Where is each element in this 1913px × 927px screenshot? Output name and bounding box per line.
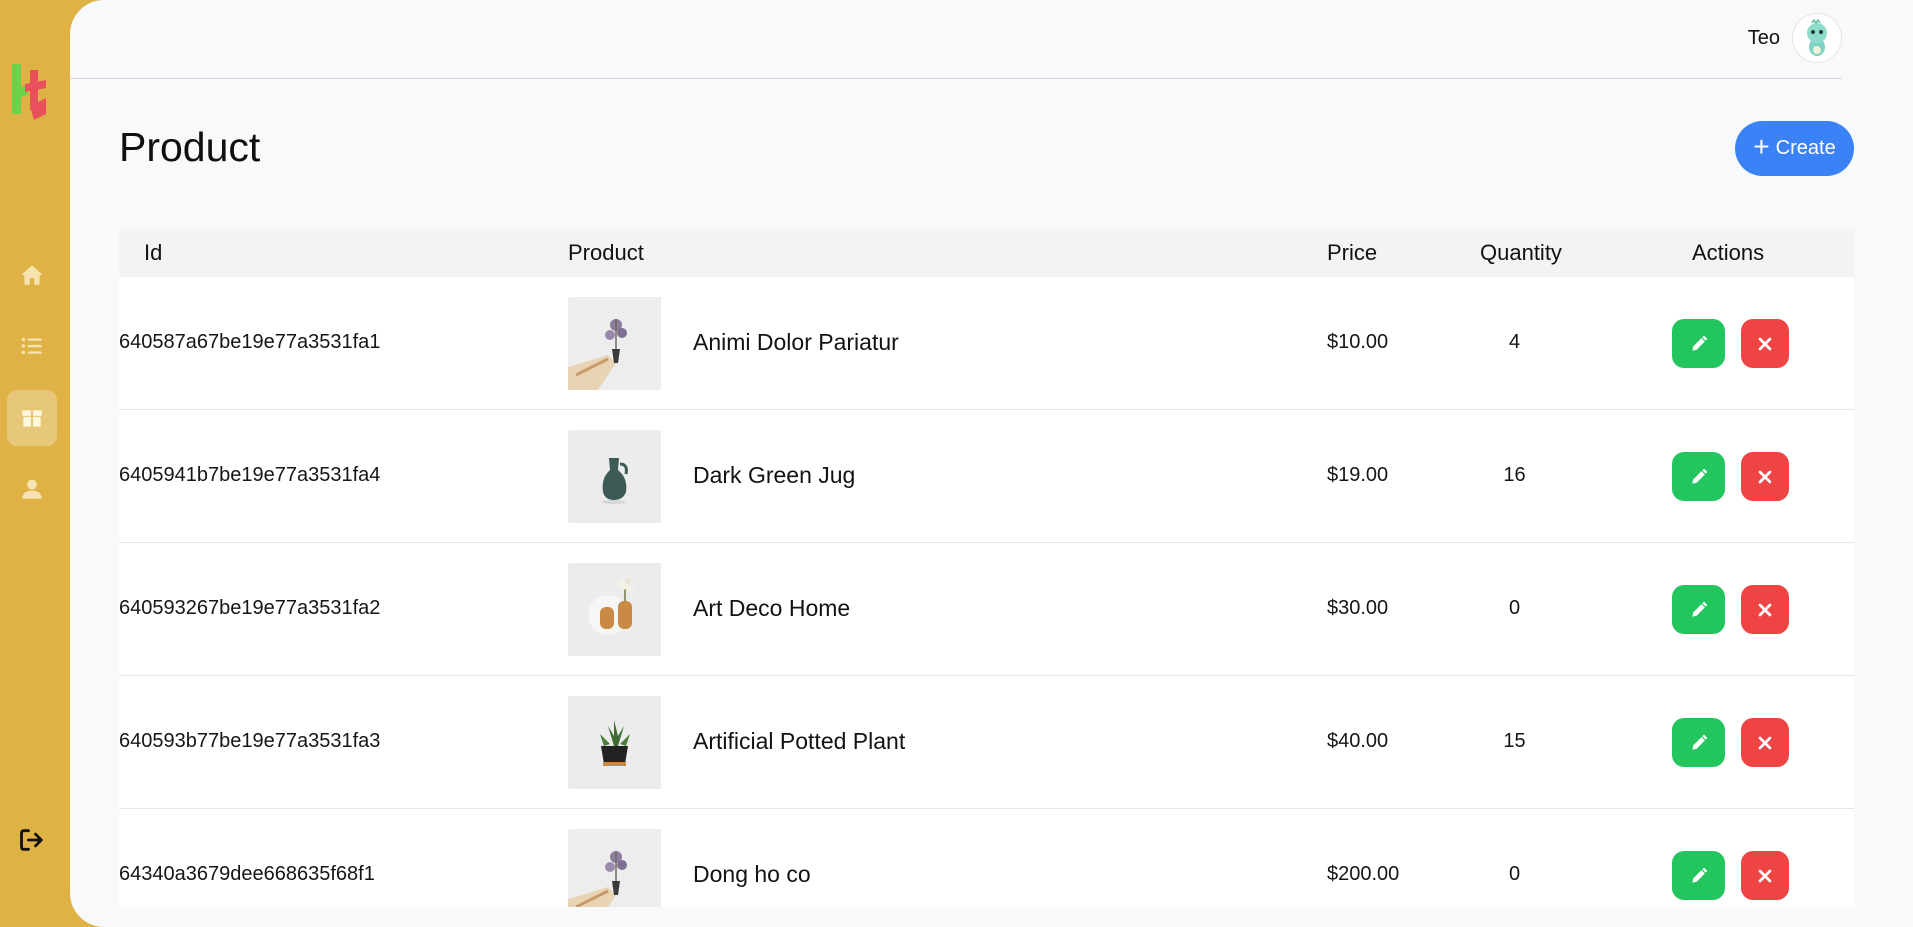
pencil-icon — [1691, 468, 1707, 484]
product-image — [568, 430, 661, 523]
edit-button[interactable] — [1672, 585, 1725, 634]
product-quantity: 16 — [1503, 464, 1526, 486]
product-id: 640593b77be19e77a3531fa3 — [119, 730, 381, 752]
top-bar: Teo — [70, 0, 1842, 79]
delete-button[interactable] — [1741, 452, 1789, 501]
product-id: 64340a3679dee668635f68f1 — [119, 863, 375, 885]
product-name: Artificial Potted Plant — [693, 728, 906, 754]
product-quantity: 4 — [1508, 331, 1521, 353]
sidebar-item-users[interactable] — [7, 461, 57, 517]
avatar-icon — [1807, 19, 1827, 56]
page-title: Product — [119, 124, 261, 170]
product-id: 640593267be19e77a3531fa2 — [119, 597, 381, 619]
home-icon — [21, 265, 43, 285]
sidebar-item-products[interactable] — [7, 390, 57, 446]
pencil-icon — [1691, 734, 1707, 750]
table-row: 6405941b7be19e77a3531fa4 Dark Green Jug … — [119, 410, 1854, 543]
username: Teo — [1747, 27, 1780, 49]
table-body: 640587a67be19e77a3531fa1 Animi Dolor Par… — [119, 277, 1854, 907]
product-image — [568, 297, 661, 390]
column-header-actions: Actions — [1692, 240, 1765, 265]
sidebar-item-orders[interactable] — [7, 318, 57, 374]
product-image — [568, 829, 661, 907]
deco-vases-image — [568, 563, 661, 656]
close-icon — [1758, 337, 1772, 350]
flower-bouquet-image — [568, 829, 661, 907]
close-icon — [1758, 869, 1772, 882]
sidebar-item-home[interactable] — [7, 247, 57, 303]
edit-button[interactable] — [1672, 319, 1725, 368]
app-logo[interactable] — [8, 62, 54, 120]
product-image — [568, 696, 661, 789]
create-button[interactable]: + Create — [1735, 121, 1854, 176]
product-name: Animi Dolor Pariatur — [693, 329, 899, 355]
product-image — [568, 563, 661, 656]
delete-button[interactable] — [1741, 718, 1789, 767]
close-icon — [1758, 736, 1772, 749]
product-quantity: 15 — [1503, 730, 1526, 752]
product-price: $30.00 — [1327, 597, 1389, 619]
green-jug-image — [568, 430, 661, 523]
flower-bouquet-image — [568, 297, 661, 390]
product-quantity: 0 — [1508, 863, 1521, 885]
logout-icon[interactable] — [18, 826, 46, 854]
list-icon — [21, 337, 42, 355]
table-header: Id Product Price Quantity Actions — [119, 229, 1854, 277]
product-table: Id Product Price Quantity Actions 640587… — [119, 229, 1854, 907]
delete-button[interactable] — [1741, 851, 1789, 900]
close-icon — [1758, 470, 1772, 483]
column-header-price: Price — [1327, 240, 1378, 265]
product-id: 640587a67be19e77a3531fa1 — [119, 331, 381, 353]
table-row: 640593267be19e77a3531fa2 Art Deco Home $… — [119, 543, 1854, 676]
plus-icon: + — [1753, 131, 1770, 162]
edit-button[interactable] — [1672, 452, 1725, 501]
main-content: Teo Product + Create Id Product Price Qu… — [70, 0, 1913, 927]
delete-button[interactable] — [1741, 319, 1789, 368]
product-price: $200.00 — [1327, 863, 1400, 885]
pencil-icon — [1691, 335, 1707, 351]
product-name: Dark Green Jug — [693, 462, 856, 488]
avatar[interactable] — [1792, 13, 1842, 63]
product-price: $10.00 — [1327, 331, 1389, 353]
product-price: $19.00 — [1327, 464, 1389, 486]
column-header-id: Id — [144, 240, 163, 265]
column-header-product: Product — [568, 240, 644, 265]
product-name: Art Deco Home — [693, 595, 851, 621]
product-quantity: 0 — [1508, 597, 1521, 619]
edit-button[interactable] — [1672, 851, 1725, 900]
pencil-icon — [1691, 867, 1707, 883]
potted-plant-image — [568, 696, 661, 789]
table-row: 640587a67be19e77a3531fa1 Animi Dolor Par… — [119, 277, 1854, 410]
create-button-label: Create — [1775, 137, 1836, 159]
product-id: 6405941b7be19e77a3531fa4 — [119, 464, 381, 486]
table-row: 640593b77be19e77a3531fa3 Artificial Pott… — [119, 676, 1854, 809]
user-icon — [22, 479, 42, 499]
delete-button[interactable] — [1741, 585, 1789, 634]
pencil-icon — [1691, 601, 1707, 617]
table-row: 64340a3679dee668635f68f1 Dong ho co $200… — [119, 809, 1854, 907]
product-price: $40.00 — [1327, 730, 1389, 752]
edit-button[interactable] — [1672, 718, 1725, 767]
sidebar — [0, 0, 70, 927]
product-name: Dong ho co — [693, 861, 811, 887]
column-header-quantity: Quantity — [1480, 240, 1562, 265]
box-icon — [22, 410, 42, 427]
close-icon — [1758, 603, 1772, 616]
